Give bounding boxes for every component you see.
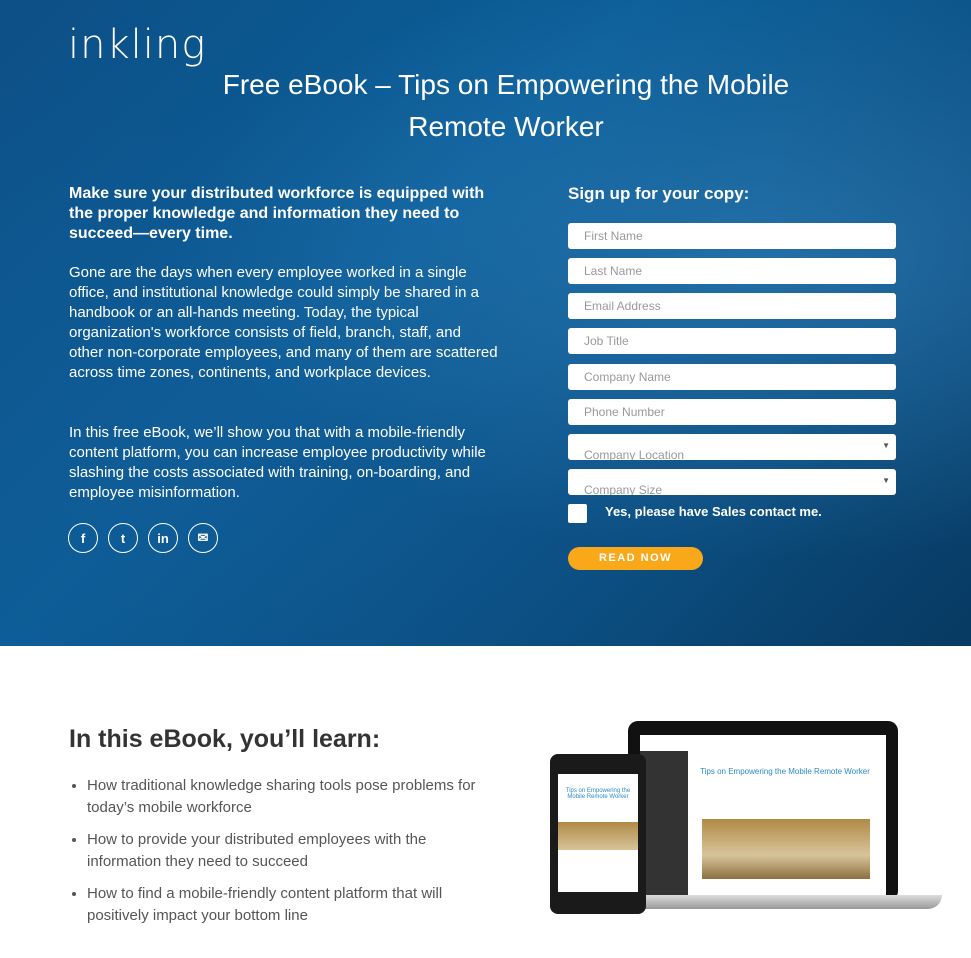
inkling-logo[interactable]: inkling	[68, 22, 206, 68]
laptop-mockup: Tips on Empowering the Mobile Remote Wor…	[628, 721, 898, 901]
learn-list: How traditional knowledge sharing tools …	[87, 775, 477, 937]
company-name-input[interactable]: Company Name	[568, 364, 896, 390]
intro-paragraph: Gone are the days when every employee wo…	[69, 264, 498, 381]
twitter-icon[interactable]: t	[108, 523, 138, 553]
phone-input[interactable]: Phone Number	[568, 399, 896, 425]
page-title: Free eBook – Tips on Empowering the Mobi…	[222, 69, 790, 142]
sales-contact-checkbox[interactable]	[568, 504, 587, 523]
station-photo	[702, 819, 870, 879]
laptop-base	[600, 895, 942, 909]
list-item: How to provide your distributed employee…	[87, 829, 477, 873]
sales-contact-label: Yes, please have Sales contact me.	[605, 504, 822, 519]
email-input[interactable]: Email Address	[568, 293, 896, 319]
tablet-mockup: Tips on Empowering the Mobile Remote Wor…	[550, 754, 646, 914]
list-item: How to find a mobile-friendly content pl…	[87, 883, 477, 927]
facebook-icon[interactable]: f	[68, 523, 98, 553]
company-location-select[interactable]: Company Location ▼	[568, 434, 896, 460]
last-name-input[interactable]: Last Name	[568, 258, 896, 284]
company-size-select[interactable]: Company Size ▼	[568, 469, 896, 495]
hero-section: inkling Free eBook – Tips on Empowering …	[0, 0, 971, 646]
tablet-photo	[558, 822, 638, 850]
linkedin-icon[interactable]: in	[148, 523, 178, 553]
social-links: f t in ✉	[68, 523, 218, 553]
lead-text: Make sure your distributed workforce is …	[69, 185, 485, 242]
dropdown-arrow-icon: ▼	[882, 476, 890, 485]
read-now-button[interactable]: READ NOW	[568, 547, 703, 570]
dropdown-arrow-icon: ▼	[882, 441, 890, 450]
select-value: Company Size	[584, 483, 663, 495]
list-item: How traditional knowledge sharing tools …	[87, 775, 477, 819]
learn-heading: In this eBook, you’ll learn:	[69, 725, 381, 753]
email-icon[interactable]: ✉	[188, 523, 218, 553]
tablet-mockup-title: Tips on Empowering the Mobile Remote Wor…	[565, 788, 631, 800]
select-value: Company Location	[584, 448, 685, 460]
job-title-input[interactable]: Job Title	[568, 328, 896, 354]
first-name-input[interactable]: First Name	[568, 223, 896, 249]
ebook-paragraph: In this free eBook, we’ll show you that …	[69, 424, 486, 501]
form-heading: Sign up for your copy:	[568, 184, 750, 203]
mockup-title: Tips on Empowering the Mobile Remote Wor…	[700, 767, 870, 776]
